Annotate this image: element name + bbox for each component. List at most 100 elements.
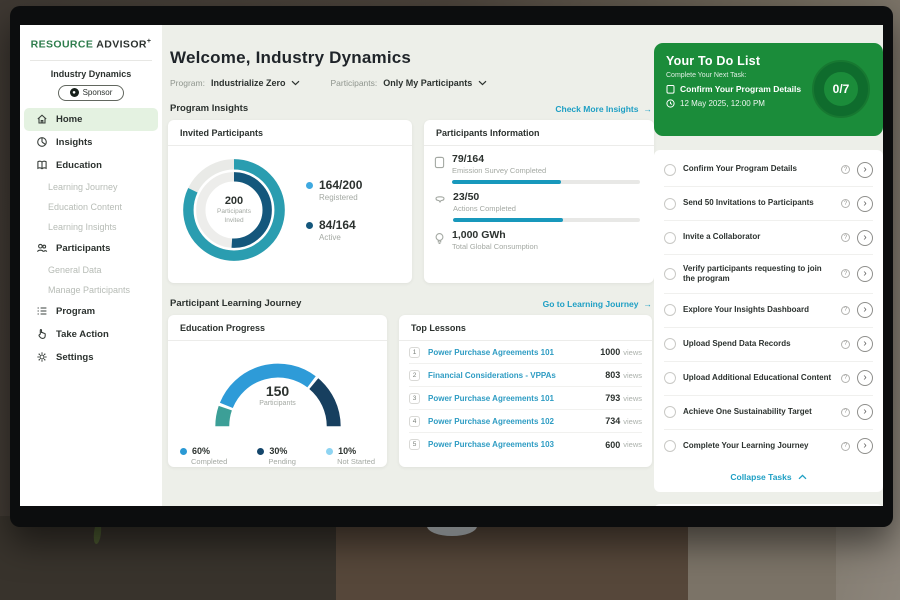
task-open-button[interactable]: › <box>857 370 873 386</box>
card-title: Participants Information <box>424 120 654 146</box>
todo-task-row[interactable]: Confirm Your Program Details ? › <box>664 153 873 187</box>
chevron-right-icon: › <box>863 233 866 243</box>
lesson-link[interactable]: Power Purchase Agreements 103 <box>428 440 605 449</box>
lesson-rank: 2 <box>409 370 420 381</box>
check-more-insights-link[interactable]: Check More Insights → <box>555 104 652 114</box>
todo-task-row[interactable]: Complete Your Learning Journey ? › <box>664 430 873 463</box>
task-open-button[interactable]: › <box>857 162 873 178</box>
todo-due-label: 12 May 2025, 12:00 PM <box>680 99 765 108</box>
chevron-down-icon <box>291 80 300 86</box>
sidebar-item-learning-journey[interactable]: Learning Journey <box>20 177 162 197</box>
chevron-up-icon <box>798 474 807 480</box>
sidebar-item-home[interactable]: Home <box>24 108 158 131</box>
background-desk-left <box>0 516 336 600</box>
task-checkbox[interactable] <box>664 198 676 210</box>
go-to-learning-journey-link[interactable]: Go to Learning Journey → <box>543 299 652 309</box>
task-label: Verify participants requesting to join t… <box>683 264 834 285</box>
participants-information-card: Participants Information 79/164 Emission… <box>424 120 654 283</box>
info-icon: ? <box>841 199 850 208</box>
arrow-right-icon: → <box>644 104 653 114</box>
sidebar-item-program[interactable]: Program <box>20 300 162 323</box>
todo-task-row[interactable]: Achieve One Sustainability Target ? › <box>664 396 873 430</box>
task-checkbox[interactable] <box>664 164 676 176</box>
todo-progress-value: 0/7 <box>809 57 873 121</box>
sidebar-item-education[interactable]: Education <box>20 154 162 177</box>
legend-dot-completed <box>180 448 187 455</box>
sidebar-item-learning-insights[interactable]: Learning Insights <box>20 217 162 237</box>
sidebar-item-label: Home <box>56 114 82 125</box>
lesson-link[interactable]: Financial Considerations - VPPAs <box>428 371 605 380</box>
todo-task-row[interactable]: Send 50 Invitations to Participants ? › <box>664 187 873 221</box>
todo-task-row[interactable]: Explore Your Insights Dashboard ? › <box>664 294 873 328</box>
task-open-button[interactable]: › <box>857 336 873 352</box>
lesson-views: 600 <box>605 440 620 450</box>
lesson-link[interactable]: Power Purchase Agreements 101 <box>428 394 605 403</box>
chevron-right-icon: › <box>863 339 866 349</box>
program-insights-header: Program Insights Check More Insights → <box>170 103 652 114</box>
background-desk-right <box>688 516 836 600</box>
sidebar-item-label: Manage Participants <box>48 285 130 295</box>
sidebar-item-general-data[interactable]: General Data <box>20 260 162 280</box>
lesson-views: 1000 <box>600 347 620 357</box>
legend-dot-active <box>306 222 313 229</box>
task-open-button[interactable]: › <box>857 438 873 454</box>
lesson-views: 793 <box>605 393 620 403</box>
todo-task-row[interactable]: Upload Additional Educational Content ? … <box>664 362 873 396</box>
task-checkbox[interactable] <box>664 338 676 350</box>
card-title: Education Progress <box>168 315 387 341</box>
task-open-button[interactable]: › <box>857 404 873 420</box>
book-icon <box>36 159 48 171</box>
sidebar-item-settings[interactable]: Settings <box>20 346 162 369</box>
todo-progress-ring: 0/7 <box>809 57 873 121</box>
todo-hero-card: Your To Do List Complete Your Next Task:… <box>654 43 883 136</box>
metric-actions-completed: 23/50 Actions Completed <box>434 191 640 222</box>
lesson-link[interactable]: Power Purchase Agreements 102 <box>428 417 605 426</box>
task-checkbox[interactable] <box>664 406 676 418</box>
photo-background: RESOURCE ADVISOR+ Industry Dynamics ● Sp… <box>0 0 900 600</box>
invited-chart-body: 200 Participants Invited 164/200 <box>168 146 412 274</box>
invited-donut-chart: 200 Participants Invited <box>178 154 290 266</box>
sidebar-item-take-action[interactable]: Take Action <box>20 323 162 346</box>
sidebar-item-label: Learning Journey <box>48 182 118 192</box>
todo-task-row[interactable]: Invite a Collaborator ? › <box>664 221 873 255</box>
task-open-button[interactable]: › <box>857 196 873 212</box>
collapse-tasks-link[interactable]: Collapse Tasks <box>664 463 873 492</box>
account-name: Industry Dynamics <box>20 69 162 79</box>
sidebar-item-education-content[interactable]: Education Content <box>20 197 162 217</box>
global-consumption-value: 1,000 GWh <box>452 229 640 241</box>
task-open-button[interactable]: › <box>857 302 873 318</box>
task-checkbox[interactable] <box>664 268 676 280</box>
program-filter-value: Industrialize Zero <box>211 78 286 88</box>
section-title: Program Insights <box>170 103 248 114</box>
task-checkbox[interactable] <box>664 440 676 452</box>
sponsor-icon: ● <box>70 88 79 97</box>
sidebar-item-label: General Data <box>48 265 102 275</box>
lesson-link[interactable]: Power Purchase Agreements 101 <box>428 348 600 357</box>
todo-task-row[interactable]: Upload Spend Data Records ? › <box>664 328 873 362</box>
progress-fill <box>452 180 561 184</box>
lesson-list: 1 Power Purchase Agreements 101 1000 vie… <box>399 341 652 456</box>
education-total-label: Participants <box>203 400 353 407</box>
task-checkbox[interactable] <box>664 232 676 244</box>
sidebar-item-participants[interactable]: Participants <box>20 237 162 260</box>
task-open-button[interactable]: › <box>857 266 873 282</box>
participants-filter[interactable]: Participants: Only My Participants <box>330 78 487 88</box>
task-open-button[interactable]: › <box>857 230 873 246</box>
todo-task-row[interactable]: Verify participants requesting to join t… <box>664 255 873 294</box>
participants-icon <box>36 242 48 254</box>
sidebar-item-insights[interactable]: Insights <box>20 131 162 154</box>
emission-survey-label: Emission Survey Completed <box>452 166 640 175</box>
chevron-right-icon: › <box>863 199 866 209</box>
program-filter-label: Program: <box>170 78 205 88</box>
registered-value: 164/200 <box>319 178 362 192</box>
registered-label: Registered <box>319 193 362 202</box>
task-checkbox[interactable] <box>664 304 676 316</box>
insights-icon <box>36 136 48 148</box>
list-icon <box>36 305 48 317</box>
legend-completed: 60% Completed <box>180 446 227 466</box>
sidebar-item-manage-participants[interactable]: Manage Participants <box>20 280 162 300</box>
program-filter[interactable]: Program: Industrialize Zero <box>170 78 300 88</box>
lesson-views: 803 <box>605 370 620 380</box>
main-content: Welcome, Industry Dynamics Program: Indu… <box>168 25 654 506</box>
task-checkbox[interactable] <box>664 372 676 384</box>
